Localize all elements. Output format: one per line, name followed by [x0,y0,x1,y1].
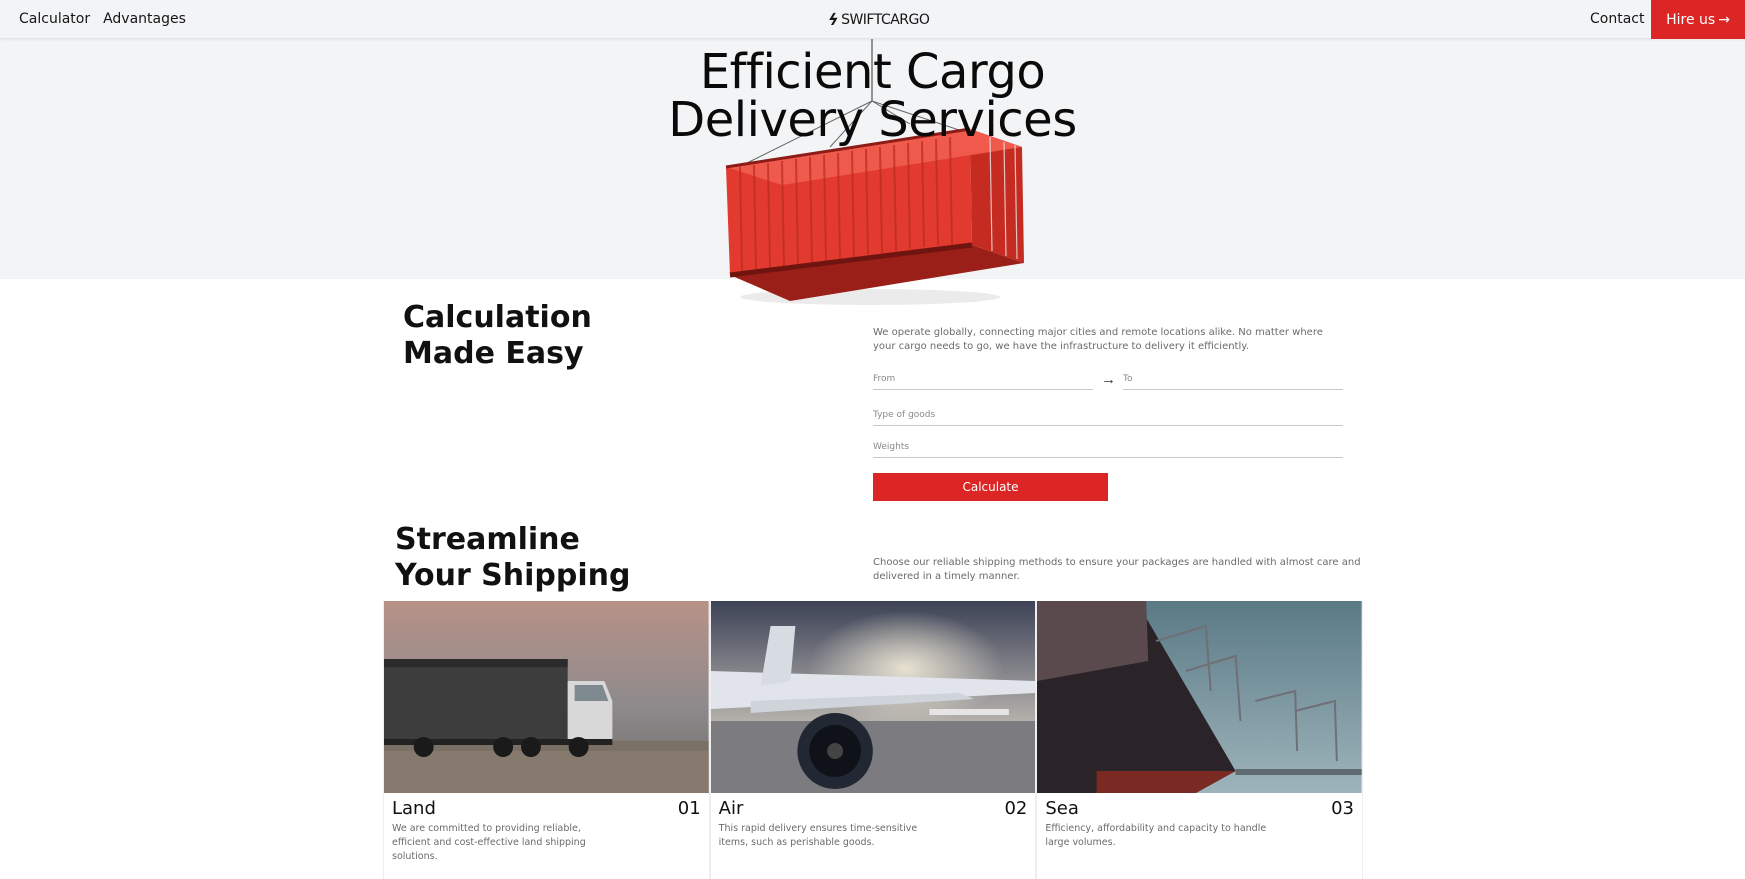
cargo-ship-image [1037,601,1363,793]
logo[interactable]: ϟ SWIFTCARGO [825,10,930,29]
from-input[interactable] [873,374,1093,384]
shipping-card-air[interactable]: Air 02 This rapid delivery ensures time-… [709,601,1037,879]
lightning-icon: ϟ [825,10,841,29]
card-description: This rapid delivery ensures time-sensiti… [718,823,918,848]
weights-input[interactable] [873,442,1343,452]
to-field [1123,374,1343,390]
calculation-title-line2: Made Easy [403,336,584,371]
to-input[interactable] [1123,374,1343,384]
card-title: Sea [1045,798,1079,819]
hero-title-line2: Delivery Services [668,92,1077,148]
card-title: Land [392,798,436,819]
calculate-button[interactable]: Calculate [873,473,1108,501]
shipping-card-sea[interactable]: Sea 03 Efficiency, affordability and cap… [1036,601,1364,879]
weights-field [873,442,1343,458]
nav-link-contact[interactable]: Contact [1590,11,1644,27]
top-navbar: Calculator Advantages ϟ SWIFTCARGO Conta… [0,0,1745,39]
streamline-title: Streamline Your Shipping [395,522,631,594]
goods-input[interactable] [873,410,1343,420]
calculation-title-line1: Calculation [403,300,592,335]
arrow-right-icon: → [1101,371,1116,388]
hire-us-button[interactable]: Hire us → [1651,0,1745,39]
arrow-right-icon: → [1718,11,1730,28]
logo-text: SWIFTCARGO [841,11,930,28]
card-number: 03 [1331,798,1355,819]
hero-title-line1: Efficient Cargo [699,44,1046,100]
truck-image [384,601,709,793]
streamline-title-line1: Streamline [395,522,580,557]
card-number: 01 [677,798,701,819]
shipping-cards: Land 01 We are committed to providing re… [383,601,1364,879]
nav-link-advantages[interactable]: Advantages [103,11,186,27]
hero-title: Efficient Cargo Delivery Services [0,48,1745,144]
card-title: Air [718,798,744,819]
shipping-card-land[interactable]: Land 01 We are committed to providing re… [383,601,710,879]
card-number: 02 [1004,798,1028,819]
nav-link-calculator[interactable]: Calculator [19,11,90,27]
nav-links: Calculator Advantages [19,11,186,27]
card-description: Efficiency, affordability and capacity t… [1045,823,1267,848]
goods-field [873,410,1343,426]
streamline-description: Choose our reliable shipping methods to … [873,557,1361,582]
calculation-description: We operate globally, connecting major ci… [873,327,1323,352]
card-description: We are committed to providing reliable, … [392,823,586,862]
hire-us-label: Hire us [1666,11,1716,28]
from-field [873,374,1093,390]
streamline-title-line2: Your Shipping [395,558,631,593]
calculation-title: Calculation Made Easy [403,300,592,372]
airplane-image [710,601,1036,793]
